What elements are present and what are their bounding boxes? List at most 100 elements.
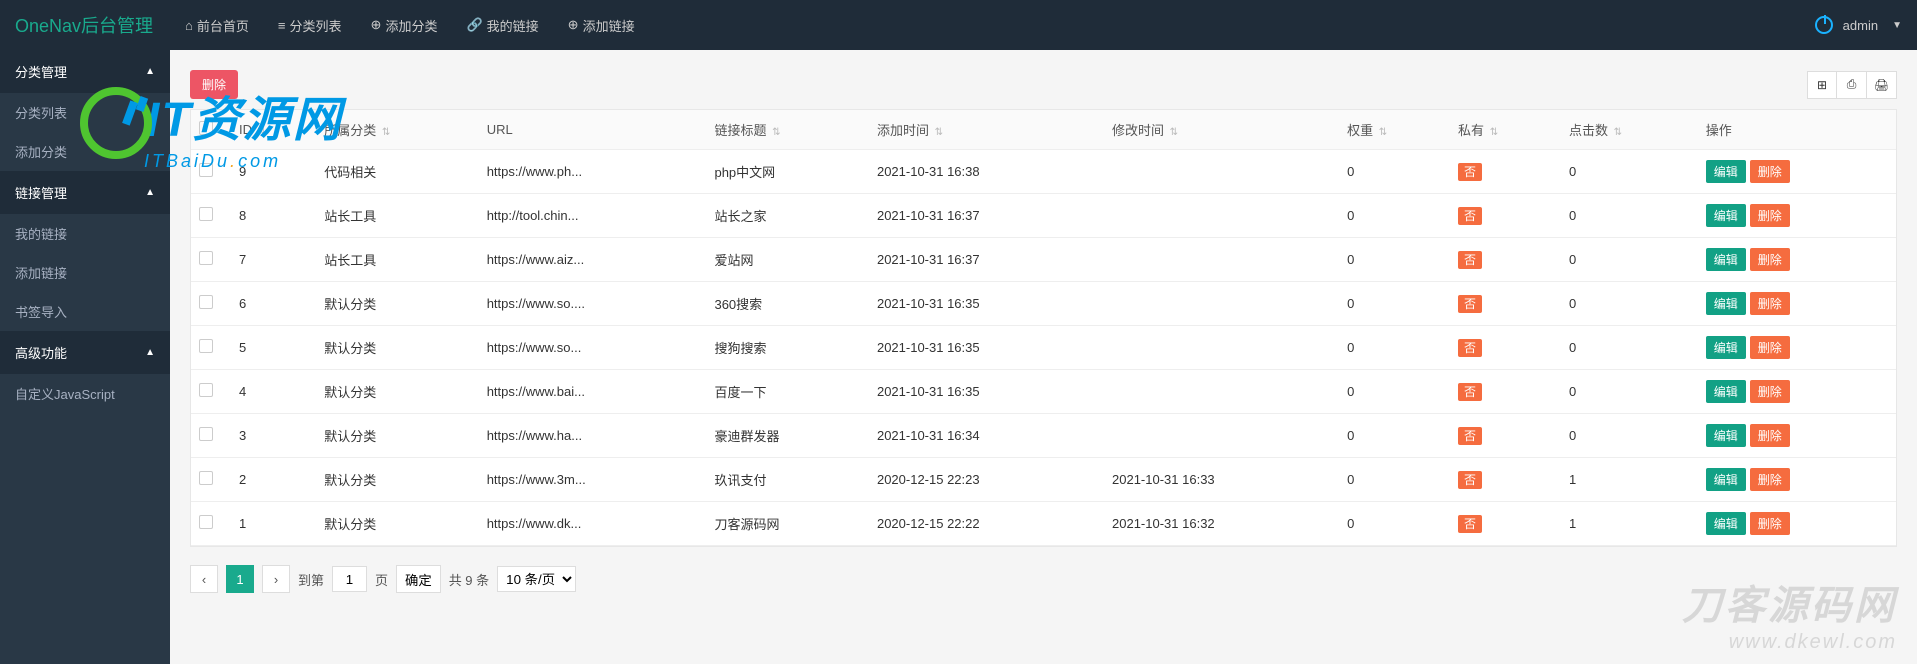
cell-id: 7: [231, 238, 316, 282]
edit-button[interactable]: 编辑: [1706, 380, 1746, 403]
cell-mod-time: [1104, 370, 1339, 414]
sidebar-group[interactable]: 高级功能▲: [0, 331, 170, 374]
column-label: 添加时间: [877, 123, 929, 138]
user-area[interactable]: admin ▼: [1815, 16, 1902, 34]
sort-icon: ⇅: [772, 127, 780, 138]
goto-confirm-button[interactable]: 确定: [396, 565, 441, 593]
triangle-up-icon: ▲: [145, 66, 155, 77]
cell-weight: 0: [1339, 502, 1450, 546]
cell-actions: 编辑删除: [1698, 150, 1896, 194]
nav-item[interactable]: ⌂前台首页: [173, 0, 261, 50]
cell-private: 否: [1450, 326, 1561, 370]
cell-private: 否: [1450, 150, 1561, 194]
cell-category: 默认分类: [316, 502, 479, 546]
row-checkbox[interactable]: [199, 471, 213, 485]
edit-button[interactable]: 编辑: [1706, 336, 1746, 359]
delete-button[interactable]: 删除: [1750, 424, 1790, 447]
table-header-cell[interactable]: 点击数 ⇅: [1561, 110, 1698, 150]
table-header-cell[interactable]: 修改时间 ⇅: [1104, 110, 1339, 150]
cell-actions: 编辑删除: [1698, 282, 1896, 326]
row-checkbox[interactable]: [199, 427, 213, 441]
edit-button[interactable]: 编辑: [1706, 468, 1746, 491]
cell-weight: 0: [1339, 150, 1450, 194]
row-checkbox[interactable]: [199, 163, 213, 177]
delete-button[interactable]: 删除: [1750, 468, 1790, 491]
edit-button[interactable]: 编辑: [1706, 248, 1746, 271]
sidebar-group[interactable]: 分类管理 ▲: [0, 50, 170, 93]
nav-label: 添加分类: [385, 16, 437, 35]
bulk-delete-button[interactable]: 删除: [190, 70, 238, 99]
cell-private: 否: [1450, 370, 1561, 414]
delete-button[interactable]: 删除: [1750, 336, 1790, 359]
column-label: URL: [487, 122, 513, 137]
nav-item[interactable]: ⊕添加分类: [359, 0, 450, 50]
nav-item[interactable]: ≡分类列表: [266, 0, 354, 50]
total-count-label: 共 9 条: [449, 570, 489, 589]
prev-page-button[interactable]: ‹: [190, 565, 218, 593]
cell-add-time: 2021-10-31 16:35: [869, 282, 1104, 326]
nav-item[interactable]: 🔗我的链接: [454, 0, 550, 50]
cell-id: 5: [231, 326, 316, 370]
cell-url: https://www.so...: [479, 326, 707, 370]
edit-button[interactable]: 编辑: [1706, 160, 1746, 183]
row-checkbox[interactable]: [199, 383, 213, 397]
columns-toggle-button[interactable]: ⊞: [1807, 71, 1837, 99]
cell-add-time: 2021-10-31 16:37: [869, 238, 1104, 282]
row-checkbox[interactable]: [199, 207, 213, 221]
sidebar-group[interactable]: 链接管理▲: [0, 171, 170, 214]
sidebar: 分类管理 ▲ 分类列表添加分类链接管理▲我的链接添加链接书签导入高级功能▲自定义Ja…: [0, 50, 170, 664]
edit-button[interactable]: 编辑: [1706, 204, 1746, 227]
sidebar-item[interactable]: 书签导入: [0, 292, 170, 331]
cell-add-time: 2021-10-31 16:35: [869, 326, 1104, 370]
table-row: 7站长工具https://www.aiz...爱站网2021-10-31 16:…: [191, 238, 1896, 282]
cell-private: 否: [1450, 414, 1561, 458]
sidebar-item[interactable]: 自定义JavaScript: [0, 374, 170, 413]
row-checkbox[interactable]: [199, 251, 213, 265]
edit-button[interactable]: 编辑: [1706, 424, 1746, 447]
table-header-row: ID ⇅所属分类 ⇅URL链接标题 ⇅添加时间 ⇅修改时间 ⇅权重 ⇅私有 ⇅点…: [191, 110, 1896, 150]
cell-clicks: 0: [1561, 414, 1698, 458]
print-button[interactable]: 🖨: [1867, 71, 1897, 99]
table-row: 9代码相关https://www.ph...php中文网2021-10-31 1…: [191, 150, 1896, 194]
sidebar-item[interactable]: 我的链接: [0, 214, 170, 253]
delete-button[interactable]: 删除: [1750, 248, 1790, 271]
cell-mod-time: [1104, 326, 1339, 370]
table-header-cell[interactable]: 链接标题 ⇅: [706, 110, 869, 150]
delete-button[interactable]: 删除: [1750, 380, 1790, 403]
select-all-checkbox[interactable]: [199, 121, 213, 135]
delete-button[interactable]: 删除: [1750, 292, 1790, 315]
table-row: 1默认分类https://www.dk...刀客源码网2020-12-15 22…: [191, 502, 1896, 546]
cell-private: 否: [1450, 502, 1561, 546]
cell-private: 否: [1450, 238, 1561, 282]
cell-url: https://www.3m...: [479, 458, 707, 502]
delete-button[interactable]: 删除: [1750, 512, 1790, 535]
brand-logo[interactable]: OneNav后台管理: [15, 12, 153, 38]
edit-button[interactable]: 编辑: [1706, 512, 1746, 535]
per-page-select[interactable]: 10 条/页: [497, 566, 576, 592]
cell-id: 2: [231, 458, 316, 502]
sidebar-item[interactable]: 添加链接: [0, 253, 170, 292]
table-header-cell[interactable]: 添加时间 ⇅: [869, 110, 1104, 150]
next-page-button[interactable]: ›: [262, 565, 290, 593]
nav-item[interactable]: ⊕添加链接: [556, 0, 647, 50]
export-button[interactable]: ⎙: [1837, 71, 1867, 99]
delete-button[interactable]: 删除: [1750, 204, 1790, 227]
sidebar-item[interactable]: 分类列表: [0, 93, 170, 132]
cell-mod-time: [1104, 150, 1339, 194]
table-header-cell[interactable]: 权重 ⇅: [1339, 110, 1450, 150]
table-header-cell[interactable]: 所属分类 ⇅: [316, 110, 479, 150]
row-checkbox[interactable]: [199, 339, 213, 353]
goto-page-input[interactable]: [332, 566, 367, 592]
delete-button[interactable]: 删除: [1750, 160, 1790, 183]
cell-category: 站长工具: [316, 238, 479, 282]
table-header-cell[interactable]: 私有 ⇅: [1450, 110, 1561, 150]
row-checkbox[interactable]: [199, 295, 213, 309]
edit-button[interactable]: 编辑: [1706, 292, 1746, 315]
sidebar-item[interactable]: 添加分类: [0, 132, 170, 171]
cell-id: 6: [231, 282, 316, 326]
row-checkbox[interactable]: [199, 515, 213, 529]
table-header-cell[interactable]: ID ⇅: [231, 110, 316, 150]
sidebar-group-label: 分类管理: [15, 62, 67, 81]
page-number-current[interactable]: 1: [226, 565, 254, 593]
cell-clicks: 0: [1561, 326, 1698, 370]
